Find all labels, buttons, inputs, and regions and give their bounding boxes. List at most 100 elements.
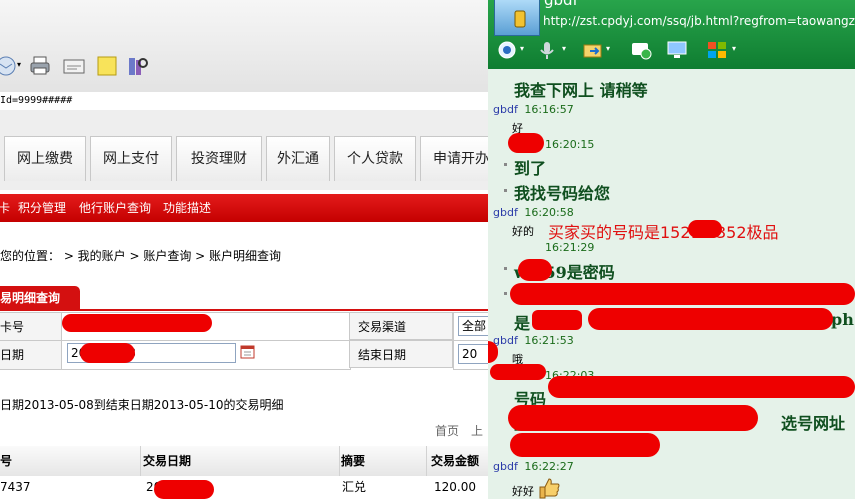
- dropdown-arrow-icon[interactable]: ▾: [562, 44, 566, 53]
- file-transfer-icon[interactable]: [582, 40, 604, 60]
- note-icon[interactable]: [95, 54, 119, 78]
- chat-history: 我查下网上 请稍等 gbdf 16:16:57 好 16:20:15 到了 我找…: [488, 69, 855, 499]
- tab-online-pay[interactable]: 网上支付: [90, 136, 172, 181]
- message-highlight: 买家买的号码是1521 1352极品: [548, 223, 779, 242]
- apps-icon[interactable]: [706, 40, 728, 60]
- message-text: 好的: [512, 225, 534, 238]
- time: 16:16:57: [524, 103, 574, 116]
- edit-icon[interactable]: [62, 54, 86, 78]
- time: 16:21:53: [524, 334, 574, 347]
- dropdown-arrow-icon[interactable]: ▾: [17, 60, 21, 69]
- mail-icon[interactable]: [0, 54, 18, 78]
- redaction: [508, 405, 758, 431]
- col-no: 号: [0, 446, 141, 476]
- phone-icon: [514, 10, 526, 28]
- submenu-card[interactable]: 卡: [0, 194, 10, 222]
- channel-label-cell: 交易渠道: [349, 312, 453, 340]
- bank-nav-bar: 网上缴费 网上支付 投资理财 外汇通 个人贷款 申请开办: [0, 110, 488, 190]
- avatar[interactable]: [494, 0, 540, 36]
- add-chat-icon[interactable]: [630, 40, 652, 60]
- time: 16:20:15: [545, 138, 595, 151]
- tab-apply[interactable]: 申请开办: [420, 136, 488, 181]
- message-text: 到了: [514, 159, 547, 178]
- submenu-other-bank[interactable]: 他行账户查询: [79, 194, 151, 222]
- redaction: [688, 220, 722, 238]
- date-label-cell: 日期: [0, 340, 63, 370]
- redaction: [80, 343, 135, 363]
- contact-signature[interactable]: http://zst.cpdyj.com/ssq/jb.html?regfrom…: [543, 14, 855, 28]
- contact-name: gbdf: [544, 0, 578, 9]
- section-tab-title[interactable]: 易明细查询: [0, 286, 80, 310]
- sender: gbdf: [493, 460, 518, 473]
- message-text: 好好: [512, 485, 534, 498]
- col-date: 交易日期: [141, 446, 340, 476]
- card-label-cell: 卡号: [0, 312, 63, 342]
- tab-personal-loan[interactable]: 个人贷款: [334, 136, 416, 181]
- row-summary: 汇兑: [342, 480, 367, 494]
- redaction: [490, 364, 546, 380]
- col-summary: 摘要: [340, 446, 427, 476]
- sender: gbdf: [493, 334, 518, 347]
- message-text: 选号网址: [781, 414, 846, 433]
- thumbs-up-icon: [539, 478, 560, 499]
- bullet-dot: [504, 163, 507, 166]
- bullet-dot: [504, 292, 507, 295]
- message-text: 是: [514, 314, 531, 333]
- redaction: [518, 259, 552, 281]
- end-date-input[interactable]: 20: [458, 344, 488, 364]
- redaction: [62, 314, 212, 332]
- row-no: 7437: [0, 480, 31, 494]
- end-date-label-cell: 结束日期: [349, 340, 453, 368]
- row-amount: 120.00: [434, 480, 476, 494]
- message-meta: gbdf 16:16:57: [493, 103, 574, 116]
- time: 16:22:27: [524, 460, 574, 473]
- redaction: [588, 308, 833, 330]
- bullet-dot: [504, 189, 507, 192]
- channel-select[interactable]: 全部: [458, 316, 488, 336]
- col-summary-label: 摘要: [341, 454, 366, 468]
- redaction: [532, 310, 582, 330]
- chat-window: gbdf http://zst.cpdyj.com/ssq/jb.html?re…: [488, 0, 855, 499]
- query-summary: 日期2013-05-08到结束日期2013-05-10的交易明细: [0, 398, 284, 412]
- camera-icon[interactable]: [496, 40, 518, 60]
- dropdown-arrow-icon[interactable]: ▾: [606, 44, 610, 53]
- print-icon[interactable]: [28, 54, 52, 78]
- col-amount: 交易金额: [431, 454, 480, 468]
- section-divider: [0, 309, 488, 311]
- start-date-label: 日期: [0, 348, 25, 362]
- channel-label: 交易渠道: [358, 320, 407, 334]
- tab-forex[interactable]: 外汇通: [266, 136, 330, 181]
- microphone-icon[interactable]: [536, 40, 558, 60]
- card-label: 卡号: [0, 320, 25, 334]
- redaction: [548, 376, 855, 398]
- screen-share-icon[interactable]: [666, 40, 688, 60]
- tab-online-payment-fee[interactable]: 网上缴费: [4, 136, 86, 181]
- research-icon[interactable]: [125, 54, 149, 78]
- sender: gbdf: [493, 206, 518, 219]
- pager-first[interactable]: 首页: [435, 422, 459, 439]
- time: 16:20:58: [524, 206, 574, 219]
- message-text: ph: [831, 310, 854, 329]
- table-header: 号 交易日期 摘要 交易金额: [0, 446, 488, 476]
- message-text: 我查下网上 请稍等: [514, 81, 648, 100]
- time: 16:21:29: [545, 241, 595, 254]
- submenu-points[interactable]: 积分管理: [18, 194, 66, 222]
- address-bar[interactable]: Id=9999#####: [0, 92, 488, 111]
- browser-toolbar: ▾: [0, 0, 488, 93]
- bullet-dot: [504, 267, 507, 270]
- redaction: [154, 480, 214, 499]
- dropdown-arrow-icon[interactable]: ▾: [520, 44, 524, 53]
- message-text: 我找号码给您: [514, 184, 611, 203]
- account-submenu: 卡 积分管理 他行账户查询 功能描述: [0, 194, 488, 222]
- bank-window: ▾ Id=9999##### 网上缴费 网上支付 投资理财 外汇通 个人贷款 申…: [0, 0, 488, 499]
- tab-investment[interactable]: 投资理财: [176, 136, 262, 181]
- end-date-label: 结束日期: [358, 348, 407, 362]
- calendar-icon[interactable]: [240, 344, 255, 359]
- breadcrumb: 您的位置： > 我的账户 > 账户查询 > 账户明细查询: [0, 249, 282, 263]
- message-meta: gbdf 16:20:58: [493, 206, 574, 219]
- dropdown-arrow-icon[interactable]: ▾: [732, 44, 736, 53]
- chat-header: gbdf http://zst.cpdyj.com/ssq/jb.html?re…: [488, 0, 855, 69]
- submenu-feature-desc[interactable]: 功能描述: [163, 194, 211, 222]
- message-meta: gbdf 16:22:27: [493, 460, 574, 473]
- message-meta: 16:21:29: [493, 241, 594, 254]
